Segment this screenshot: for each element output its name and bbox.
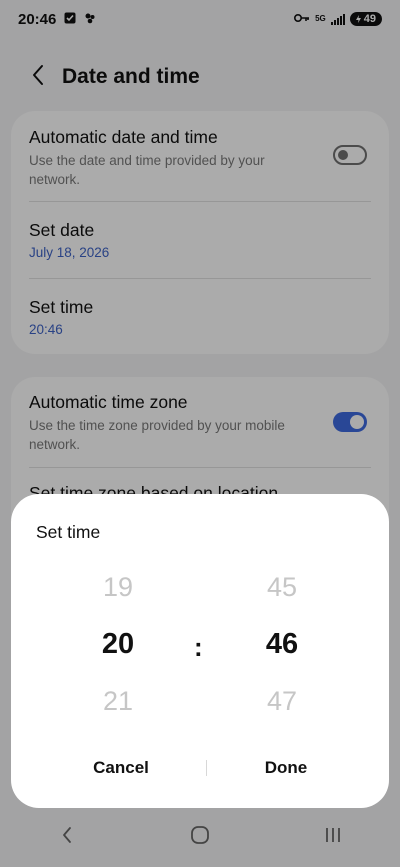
set-time-dialog: Set time 19 20 21 : 45 46 47 Cancel Done bbox=[11, 494, 389, 808]
nav-recents-button[interactable] bbox=[303, 818, 363, 858]
minute-next[interactable]: 47 bbox=[242, 686, 322, 717]
navigation-bar bbox=[0, 808, 400, 867]
nav-home-button[interactable] bbox=[170, 818, 230, 858]
cancel-button[interactable]: Cancel bbox=[36, 750, 206, 786]
home-nav-icon bbox=[190, 825, 210, 850]
recents-nav-icon bbox=[324, 827, 342, 848]
hour-selected[interactable]: 20 bbox=[78, 628, 158, 661]
minute-prev[interactable]: 45 bbox=[242, 572, 322, 603]
done-button[interactable]: Done bbox=[201, 750, 371, 786]
minute-selected[interactable]: 46 bbox=[242, 628, 322, 661]
minute-picker[interactable]: 45 46 47 bbox=[242, 572, 322, 722]
hour-prev[interactable]: 19 bbox=[78, 572, 158, 603]
nav-back-button[interactable] bbox=[37, 818, 97, 858]
hour-picker[interactable]: 19 20 21 bbox=[78, 572, 158, 722]
time-separator: : bbox=[194, 632, 203, 662]
back-nav-icon bbox=[61, 826, 73, 849]
hour-next[interactable]: 21 bbox=[78, 686, 158, 717]
dialog-title: Set time bbox=[36, 522, 101, 542]
